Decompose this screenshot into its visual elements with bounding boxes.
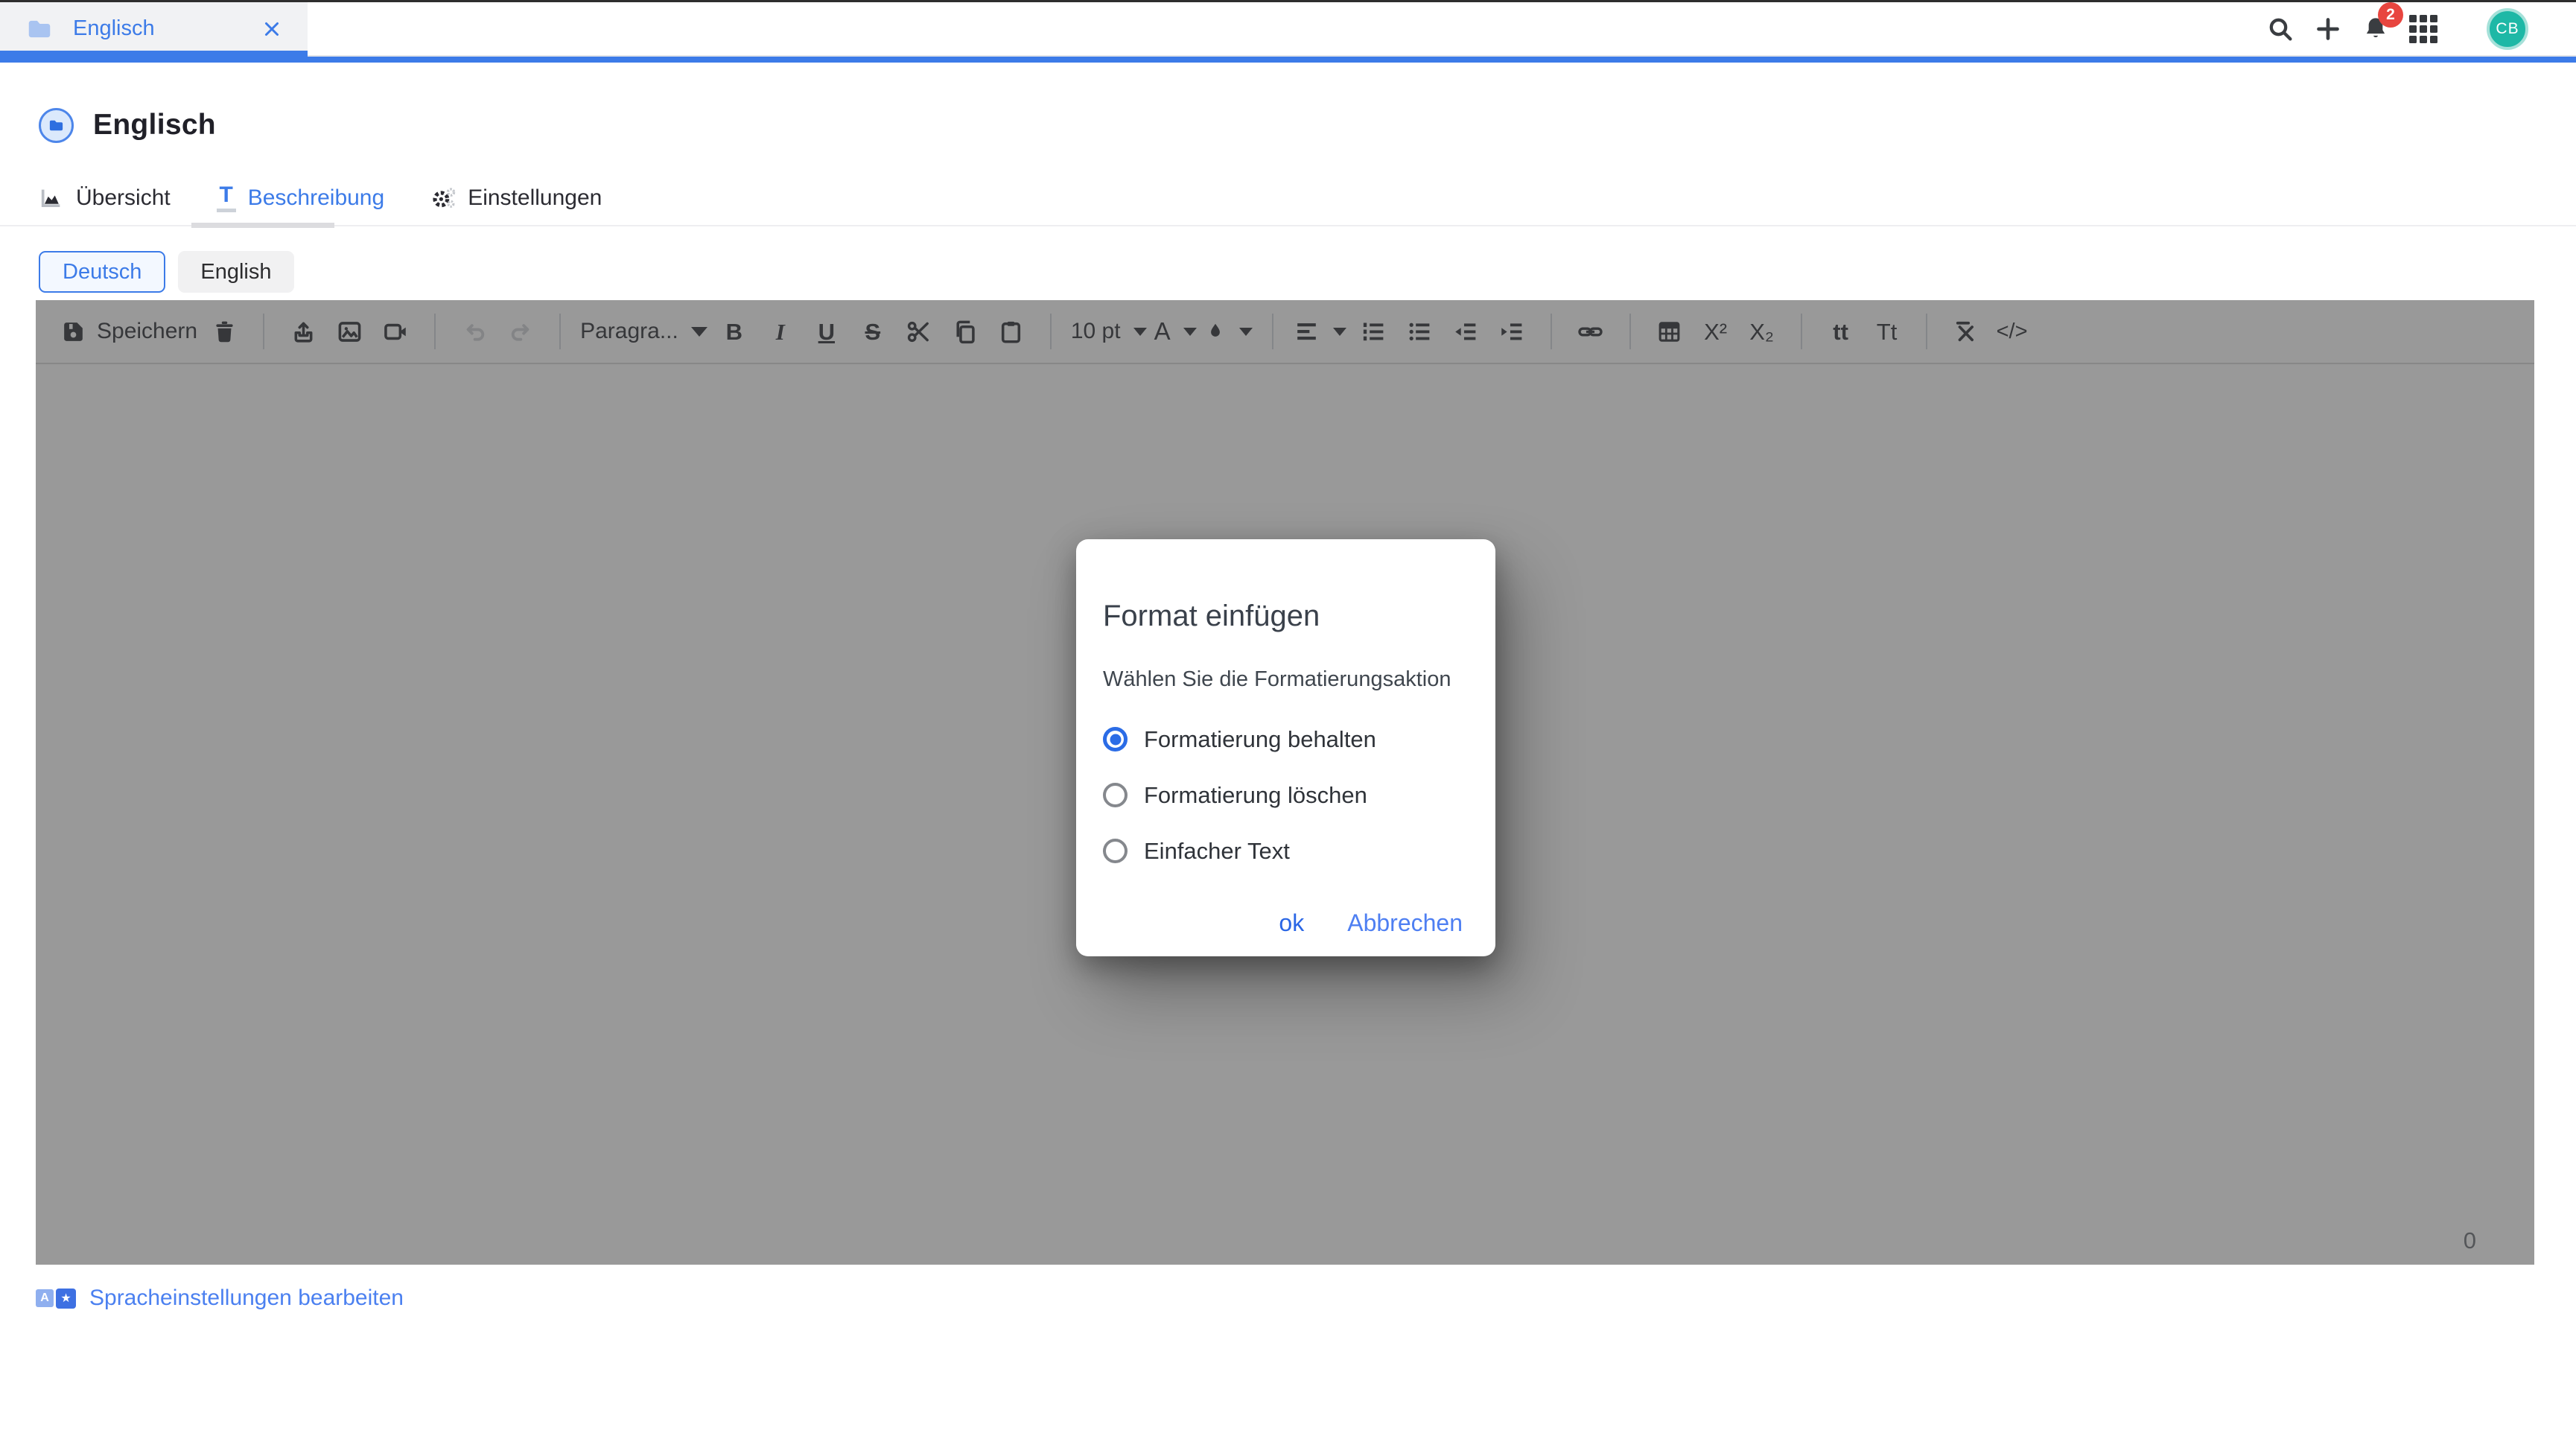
user-avatar[interactable]: CB [2487,8,2528,50]
tab-label: Übersicht [76,185,171,211]
text-format-icon: T [217,184,236,212]
course-folder-badge [39,108,74,143]
radio-icon [1103,839,1128,863]
dialog-options: Formatierung behalten Formatierung lösch… [1103,726,1463,864]
search-icon [2265,14,2295,44]
tab-label: Beschreibung [248,185,384,211]
cancel-button[interactable]: Abbrechen [1347,909,1463,937]
browser-tab-title: Englisch [73,16,155,41]
radio-icon [1103,727,1128,752]
language-button-deutsch[interactable]: Deutsch [39,251,165,293]
language-settings-label: Spracheinstellungen bearbeiten [89,1286,404,1311]
dialog-radio-2[interactable]: Einfacher Text [1103,838,1463,864]
folder-icon [25,15,54,43]
translate-icon: A ★ [36,1289,76,1309]
app-header: Englisch 2 CB [0,2,2576,57]
browser-tab-englisch[interactable]: Englisch [0,2,308,55]
header-accent-bar [0,57,2576,63]
ok-button[interactable]: ok [1279,909,1304,937]
add-button[interactable] [2311,12,2345,46]
tab-uebersicht[interactable]: Übersicht [39,185,171,211]
search-button[interactable] [2263,12,2297,46]
tabs-divider [0,225,2576,226]
notifications-button[interactable]: 2 [2359,12,2393,46]
entity-header: Englisch [0,89,2576,161]
active-tab-accent [0,51,308,57]
tab-label: Einstellungen [468,185,602,211]
active-tab-underline [191,223,334,228]
dialog-actions: ok Abbrechen [1279,909,1463,937]
gear-icon [430,185,456,211]
plus-icon [2313,14,2343,44]
tab-beschreibung[interactable]: T Beschreibung [217,184,384,212]
page-title: Englisch [93,109,216,142]
apps-button[interactable] [2406,12,2440,46]
folder-icon [48,117,65,134]
language-button-english[interactable]: English [178,251,293,293]
dialog-radio-0[interactable]: Formatierung behalten [1103,726,1463,752]
apps-grid-icon [2409,15,2437,43]
dialog-radio-1[interactable]: Formatierung löschen [1103,782,1463,808]
topbar-actions: 2 CB [2263,2,2576,55]
language-settings-link[interactable]: A ★ Spracheinstellungen bearbeiten [0,1286,404,1311]
page-tabs: Übersicht T Beschreibung Einstellungen [0,182,2576,215]
notification-badge: 2 [2378,2,2403,28]
format-dialog: Format einfügen Wählen Sie die Formatier… [1076,539,1495,956]
dialog-title: Format einfügen [1103,600,1463,633]
dialog-subtitle: Wählen Sie die Formatierungsaktion [1103,667,1463,692]
language-switch: Deutsch English [0,251,2576,293]
tab-einstellungen[interactable]: Einstellungen [430,185,602,211]
close-icon[interactable] [257,14,287,44]
radio-icon [1103,783,1128,807]
chart-icon [39,185,64,211]
